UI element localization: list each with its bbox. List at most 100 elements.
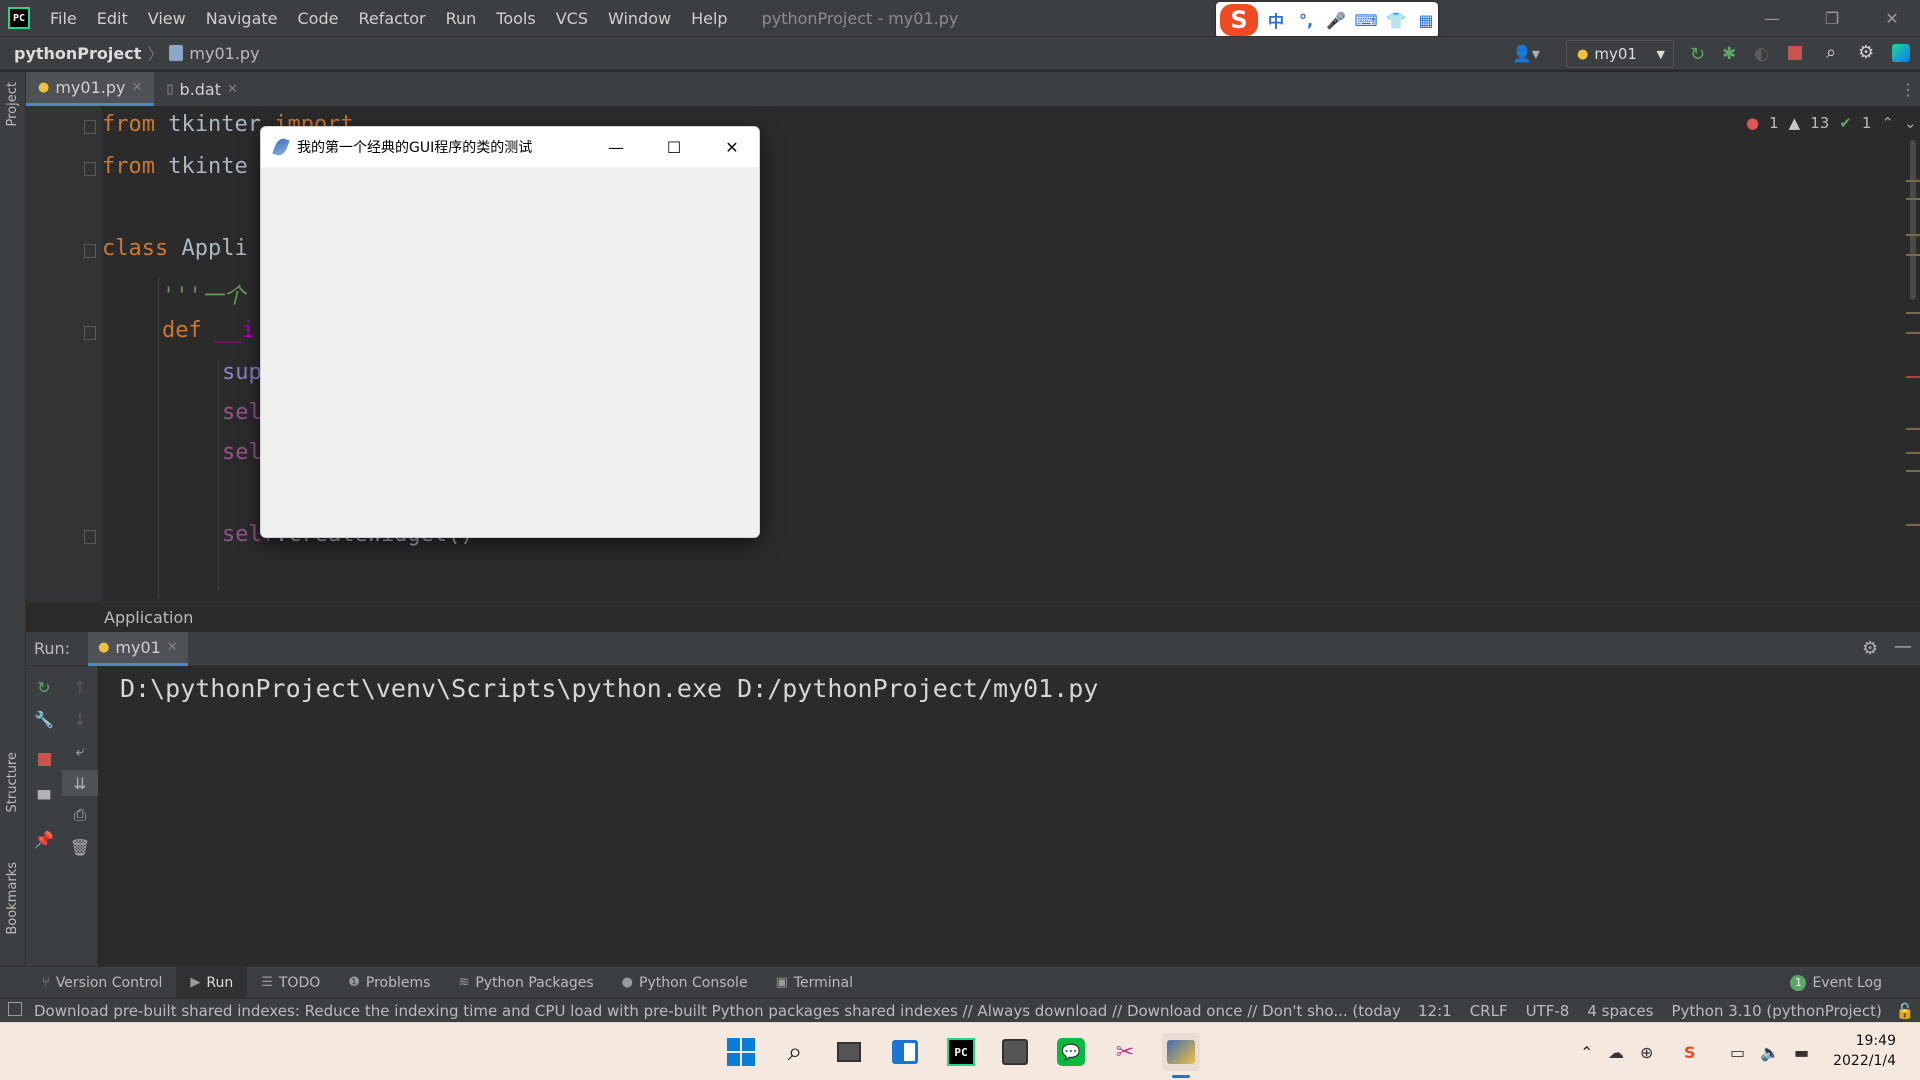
volume-icon[interactable]: 🔈 bbox=[1760, 1043, 1780, 1062]
fold-marker-icon[interactable] bbox=[84, 120, 96, 134]
close-icon[interactable]: ✕ bbox=[227, 82, 238, 97]
python-interpreter[interactable]: Python 3.10 (pythonProject) bbox=[1671, 1002, 1881, 1020]
run-console[interactable]: D:\pythonProject\venv\Scripts\python.exe… bbox=[98, 666, 1920, 966]
scrollbar-thumb[interactable] bbox=[1910, 140, 1916, 300]
coverage-icon[interactable]: ◐ bbox=[1754, 44, 1769, 64]
menu-window[interactable]: Window bbox=[598, 9, 681, 28]
bookmarks-tool-button[interactable]: Bookmarks bbox=[5, 862, 20, 935]
tab-options-icon[interactable]: ⋮ bbox=[1900, 80, 1916, 99]
tool-problems[interactable]: ❶ Problems bbox=[334, 967, 444, 999]
gear-icon[interactable]: ⚙ bbox=[1858, 42, 1874, 63]
fold-marker-icon[interactable] bbox=[84, 326, 96, 340]
tool-python-packages[interactable]: ≋ Python Packages bbox=[444, 967, 607, 999]
ime-punctuation-button[interactable]: °, bbox=[1294, 11, 1318, 30]
menu-run[interactable]: Run bbox=[436, 9, 487, 28]
window-close-button[interactable]: ✕ bbox=[1862, 0, 1920, 36]
trash-icon[interactable]: 🗑 bbox=[62, 834, 98, 860]
menu-edit[interactable]: Edit bbox=[87, 9, 138, 28]
tk-close-button[interactable]: ✕ bbox=[703, 127, 759, 167]
file-encoding[interactable]: UTF-8 bbox=[1526, 1002, 1570, 1020]
battery-icon[interactable]: ▬ bbox=[1794, 1043, 1809, 1062]
tool-todo[interactable]: ☰ TODO bbox=[247, 967, 334, 999]
warning-mark[interactable] bbox=[1906, 198, 1920, 200]
menu-refactor[interactable]: Refactor bbox=[348, 9, 435, 28]
warning-mark[interactable] bbox=[1906, 524, 1920, 526]
stop-icon[interactable] bbox=[26, 746, 62, 772]
window-restore-button[interactable]: ❐ bbox=[1802, 0, 1862, 36]
tk-maximize-button[interactable]: ☐ bbox=[645, 127, 703, 167]
ime-toolbox-icon[interactable]: ▦ bbox=[1414, 11, 1438, 30]
ime-voice-icon[interactable]: 🎤 bbox=[1324, 11, 1348, 30]
structure-tool-button[interactable]: Structure bbox=[5, 752, 20, 812]
warning-mark[interactable] bbox=[1906, 332, 1920, 334]
fold-marker-icon[interactable] bbox=[84, 162, 96, 176]
project-tool-button[interactable]: Project bbox=[5, 82, 20, 126]
warning-mark[interactable] bbox=[1906, 312, 1920, 314]
indent-setting[interactable]: 4 spaces bbox=[1587, 1002, 1653, 1020]
stop-icon[interactable] bbox=[1788, 46, 1802, 60]
tool-run[interactable]: ▶ Run bbox=[176, 966, 248, 999]
warning-mark[interactable] bbox=[1906, 234, 1920, 236]
debug-icon[interactable]: ✱ bbox=[1722, 44, 1736, 64]
cloud-icon[interactable]: ☁ bbox=[1608, 1043, 1624, 1062]
tool-event-log[interactable]: 1 Event Log bbox=[1776, 967, 1896, 999]
ime-chinese-mode-button[interactable]: 中 bbox=[1264, 8, 1288, 32]
start-button[interactable] bbox=[722, 1033, 760, 1071]
tk-client-area[interactable] bbox=[261, 167, 759, 537]
editor-scrollbar[interactable] bbox=[1906, 106, 1920, 602]
ime-skin-icon[interactable]: 👕 bbox=[1384, 11, 1408, 30]
tk-minimize-button[interactable]: — bbox=[587, 127, 645, 167]
inspection-widget[interactable]: ● 1 ▲ 13 ✔ 1 ⌃ ⌄ bbox=[1746, 114, 1917, 132]
arrow-down-icon[interactable]: ↓ bbox=[62, 706, 98, 732]
layout-icon[interactable]: ▀ bbox=[26, 786, 62, 812]
warning-mark[interactable] bbox=[1906, 180, 1920, 182]
wrench-icon[interactable]: 🔧 bbox=[26, 706, 62, 732]
scroll-to-end-icon[interactable]: ⇊ bbox=[62, 770, 98, 796]
fold-marker-icon[interactable] bbox=[84, 530, 96, 544]
snipping-tool-icon[interactable]: ✂ bbox=[1106, 1033, 1144, 1071]
wechat-icon[interactable]: 💬 bbox=[1052, 1033, 1090, 1071]
tab-my01[interactable]: ● my01.py ✕ bbox=[26, 72, 155, 106]
close-icon[interactable]: ✕ bbox=[131, 80, 142, 95]
status-message[interactable]: Download pre-built shared indexes: Reduc… bbox=[34, 1002, 1400, 1020]
menu-file[interactable]: File bbox=[40, 9, 87, 28]
widgets-icon[interactable] bbox=[886, 1033, 924, 1071]
line-separator[interactable]: CRLF bbox=[1470, 1002, 1508, 1020]
menu-navigate[interactable]: Navigate bbox=[196, 9, 288, 28]
chevron-up-icon[interactable]: ⌃ bbox=[1580, 1043, 1593, 1062]
warning-mark[interactable] bbox=[1906, 254, 1920, 256]
error-mark[interactable] bbox=[1906, 376, 1920, 378]
breadcrumb-project[interactable]: pythonProject bbox=[14, 44, 141, 63]
python-tk-taskbar-icon[interactable] bbox=[1162, 1033, 1200, 1071]
sogou-tray-icon[interactable]: S bbox=[1684, 1043, 1696, 1062]
run-config-selector[interactable]: ● my01 ▼ bbox=[1566, 40, 1674, 68]
warning-mark[interactable] bbox=[1906, 470, 1920, 472]
print-icon[interactable]: ⎙ bbox=[62, 802, 98, 828]
search-icon[interactable]: ⌕ bbox=[776, 1033, 814, 1071]
menu-view[interactable]: View bbox=[138, 9, 196, 28]
breadcrumb-file[interactable]: my01.py bbox=[189, 44, 259, 63]
search-icon[interactable]: ⌕ bbox=[1826, 42, 1836, 63]
jetbrains-toolbox-icon[interactable] bbox=[1892, 44, 1910, 62]
sogou-logo-icon[interactable]: S bbox=[1220, 4, 1258, 36]
run-tab-my01[interactable]: ● my01 ✕ bbox=[88, 631, 188, 666]
calculator-icon[interactable] bbox=[996, 1033, 1034, 1071]
code-breadcrumb-class[interactable]: Application bbox=[104, 608, 193, 627]
rerun-icon[interactable]: ↻ bbox=[1690, 44, 1705, 65]
network-icon[interactable]: ▭ bbox=[1730, 1043, 1745, 1062]
task-view-icon[interactable] bbox=[830, 1033, 868, 1071]
pin-icon[interactable]: 📌 bbox=[26, 826, 62, 852]
user-icon[interactable]: 👤▾ bbox=[1512, 44, 1540, 63]
ime-keyboard-icon[interactable]: ⌨ bbox=[1354, 11, 1378, 30]
tool-python-console[interactable]: ● Python Console bbox=[608, 967, 762, 999]
chevron-up-icon[interactable]: ⌃ bbox=[1881, 114, 1894, 132]
rerun-icon[interactable]: ↻ bbox=[26, 674, 62, 700]
menu-tools[interactable]: Tools bbox=[486, 9, 545, 28]
warning-mark[interactable] bbox=[1906, 452, 1920, 454]
ime-tray-icon[interactable]: ⊕ bbox=[1640, 1043, 1653, 1062]
gear-icon[interactable]: ⚙ bbox=[1862, 638, 1878, 659]
menu-vcs[interactable]: VCS bbox=[546, 9, 598, 28]
arrow-up-icon[interactable]: ↑ bbox=[62, 674, 98, 700]
fold-marker-icon[interactable] bbox=[84, 244, 96, 258]
tab-b-dat[interactable]: ▯ b.dat ✕ bbox=[154, 72, 250, 106]
